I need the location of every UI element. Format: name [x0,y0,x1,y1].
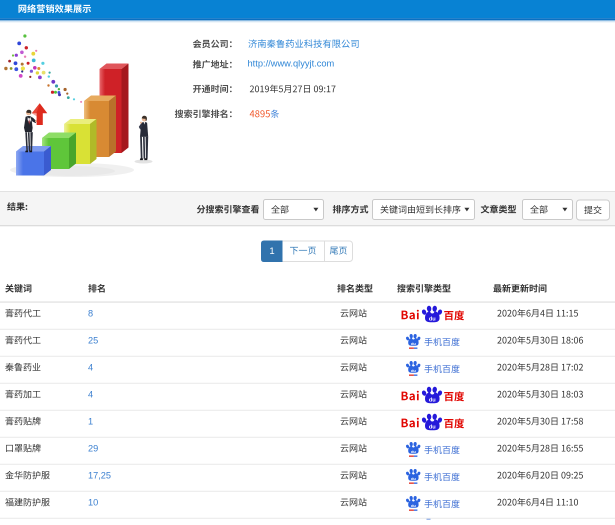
svg-text:du: du [411,503,416,508]
svg-text:29: 29 [88,444,98,454]
svg-text:du: du [411,476,416,481]
svg-text:du: du [411,368,416,373]
svg-text:25: 25 [88,336,98,346]
svg-text:du: du [411,341,416,346]
svg-text:1: 1 [269,246,274,257]
svg-text:du: du [429,398,436,404]
svg-text:http://www.qlyyjt.com: http://www.qlyyjt.com [248,58,335,68]
svg-text:du: du [429,317,436,323]
svg-text:8: 8 [88,309,93,319]
svg-text:10: 10 [88,498,98,508]
svg-text:du: du [429,425,436,431]
svg-text:4: 4 [88,363,93,373]
svg-text:17,25: 17,25 [88,471,111,481]
svg-text:du: du [411,449,416,454]
svg-text:1: 1 [88,417,93,427]
svg-text:4: 4 [88,390,93,400]
